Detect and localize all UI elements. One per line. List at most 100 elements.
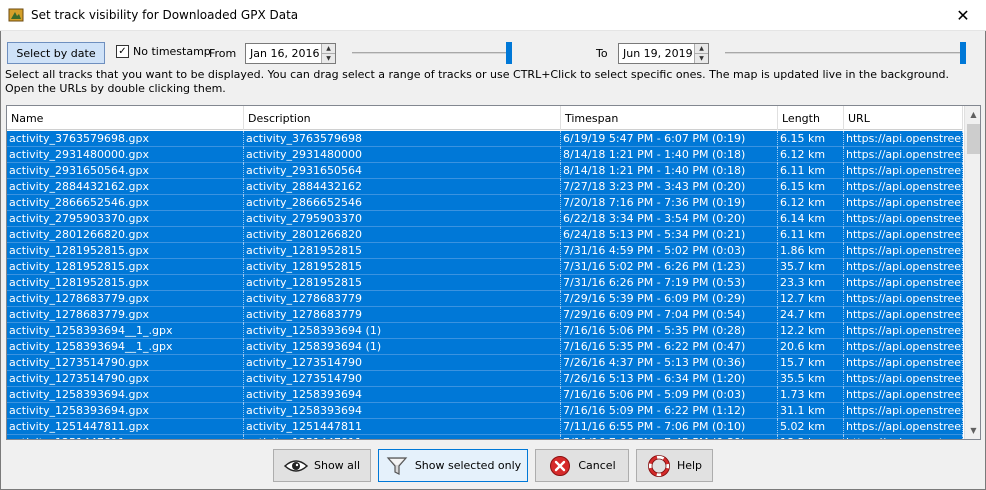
cell-length: 12.2 km [778,323,844,339]
lifebuoy-icon [647,454,671,478]
table-row[interactable]: activity_1251447811.gpxactivity_12514478… [7,419,963,435]
cell-length: 35.7 km [778,259,844,275]
to-date-slider[interactable] [725,42,966,64]
table-row[interactable]: activity_1273514790.gpx activity_12735147… [7,371,963,387]
column-header-url[interactable]: URL [844,106,963,130]
cell-url: https://api.openstreetmap [846,211,963,227]
table-row[interactable]: activity_2884432162.gpx activity_28844321… [7,179,963,195]
cell-length: 15.7 km [778,355,844,371]
help-button[interactable]: Help [636,449,713,482]
cell-timespan: 7/26/16 5:13 PM - 6:34 PM (1:20) [561,371,778,387]
vertical-scrollbar[interactable]: ▲ ▼ [964,106,980,439]
cell-length: 24.7 km [778,307,844,323]
table-row[interactable]: activity_2801266820.gpx activity_28012668… [7,227,963,243]
table-row[interactable]: activity_1278683779.gpx activity_12786837… [7,307,963,323]
cell-url: https://api.openstreetmap [846,371,963,387]
no-timestamp-checkbox[interactable]: ✓ [116,45,129,58]
to-date-value[interactable]: Jun 19, 2019 [619,44,694,63]
table-row[interactable]: activity_1258393694.gpx activity_12583936… [7,387,963,403]
cell-length: 35.5 km [778,371,844,387]
table-row[interactable]: activity_1258393694__1_.gpx activity_1258… [7,323,963,339]
to-date-spinner[interactable]: Jun 19, 2019 ▲ ▼ [618,43,709,64]
cell-length: 6.12 km [778,195,844,211]
close-button[interactable]: ✕ [940,0,986,31]
column-header-name[interactable]: Name [7,106,244,130]
column-header-description[interactable]: Description [244,106,561,130]
cell-length: 31.1 km [778,403,844,419]
table-row[interactable]: activity_2795903370.gpx activity_27959033… [7,211,963,227]
cell-timespan: 8/14/18 1:21 PM - 1:40 PM (0:18) [561,163,778,179]
table-row[interactable]: activity_1258393694.gpx activity_12583936… [7,403,963,419]
cell-timespan: 7/29/16 6:09 PM - 7:04 PM (0:54) [561,307,778,323]
column-header-length[interactable]: Length [778,106,844,130]
slider-thumb[interactable] [960,42,966,64]
table-row[interactable]: activity_3763579698.gpx activity_37635796… [7,131,963,147]
cell-description: activity_1281952815 [244,259,561,275]
show-selected-only-button[interactable]: Show selected only [378,449,528,482]
cell-length: 6.11 km [778,227,844,243]
spinner-up-icon[interactable]: ▲ [695,44,708,53]
table-row[interactable]: activity_2931480000.gpx activity_29314800… [7,147,963,163]
table-row[interactable]: activity_1251447811.gpxactivity_12514478… [7,435,963,439]
spinner-down-icon[interactable]: ▼ [695,53,708,63]
from-date-slider[interactable] [352,42,512,64]
cell-description: activity_1273514790 [244,355,561,371]
cell-description: activity_1258393694 [244,387,561,403]
slider-thumb[interactable] [506,42,512,64]
cell-description: activity_2801266820 [244,227,561,243]
cell-description: activity_2884432162 [244,179,561,195]
table-row[interactable]: activity_1281952815.gpx activity_12819528… [7,243,963,259]
cell-timespan: 7/26/16 4:37 PM - 5:13 PM (0:36) [561,355,778,371]
title-bar: Set track visibility for Downloaded GPX … [0,0,986,31]
table-body: activity_3763579698.gpx activity_37635796… [7,131,963,439]
select-by-date-button[interactable]: Select by date [7,42,105,64]
cell-timespan: 7/16/16 5:06 PM - 5:35 PM (0:28) [561,323,778,339]
table-row[interactable]: activity_1258393694__1_.gpx activity_1258… [7,339,963,355]
cell-length: 20.6 km [778,339,844,355]
table-row[interactable]: activity_2931650564.gpx activity_29316505… [7,163,963,179]
cell-description: activity_2931650564 [244,163,561,179]
cell-name: activity_1278683779.gpx [7,291,244,307]
cell-length: 6.15 km [778,131,844,147]
cell-name: activity_1258393694.gpx [7,387,244,403]
cell-timespan: 7/11/16 6:55 PM - 7:06 PM (0:10) [561,419,778,435]
cell-name: activity_1258393694__1_.gpx [7,339,244,355]
table-row[interactable]: activity_1281952815.gpx activity_12819528… [7,275,963,291]
cell-name: activity_1273514790.gpx [7,355,244,371]
cell-name: activity_3763579698.gpx [7,131,244,147]
to-label: To [596,47,608,60]
from-date-spinner[interactable]: Jan 16, 2016 ▲ ▼ [245,43,336,64]
scroll-up-icon[interactable]: ▲ [965,106,980,123]
cancel-label: Cancel [578,459,616,472]
cell-description: activity_1251447811 [244,419,561,435]
table-row[interactable]: activity_1273514790.gpx activity_12735147… [7,355,963,371]
cell-url: https://api.openstreetmap [846,275,963,291]
cell-timespan: 7/27/18 3:23 PM - 3:43 PM (0:20) [561,179,778,195]
slider-track [352,52,512,54]
tracks-table[interactable]: Name Description Timespan Length URL act… [6,105,981,440]
close-icon: ✕ [956,6,970,25]
table-row[interactable]: activity_1278683779.gpx activity_12786837… [7,291,963,307]
cell-description: activity_1258393694 (1) [244,323,561,339]
cell-description: activity_2795903370 [244,211,561,227]
cell-url: https://api.openstreetmap [846,147,963,163]
column-header-timespan[interactable]: Timespan [561,106,778,130]
cell-timespan: 7/20/18 7:16 PM - 7:36 PM (0:19) [561,195,778,211]
eye-icon [283,454,308,478]
spinner-up-icon[interactable]: ▲ [322,44,335,53]
cell-length: 1.73 km [778,387,844,403]
spinner-down-icon[interactable]: ▼ [322,53,335,63]
cell-url: https://api.openstreetmap [846,403,963,419]
from-date-value[interactable]: Jan 16, 2016 [246,44,321,63]
no-timestamp-option[interactable]: ✓ No timestamp [116,45,211,58]
cell-length: 6.11 km [778,163,844,179]
cancel-button[interactable]: Cancel [535,449,629,482]
cell-timespan: 7/31/16 5:02 PM - 6:26 PM (1:23) [561,259,778,275]
scrollbar-thumb[interactable] [967,124,980,154]
show-all-button[interactable]: Show all [273,449,371,482]
scroll-down-icon[interactable]: ▼ [965,422,980,439]
table-row[interactable]: activity_2866652546.gpx activity_28666525… [7,195,963,211]
cell-name: activity_1281952815.gpx [7,275,244,291]
cell-timespan: 7/29/16 5:39 PM - 6:09 PM (0:29) [561,291,778,307]
table-row[interactable]: activity_1281952815.gpx activity_12819528… [7,259,963,275]
